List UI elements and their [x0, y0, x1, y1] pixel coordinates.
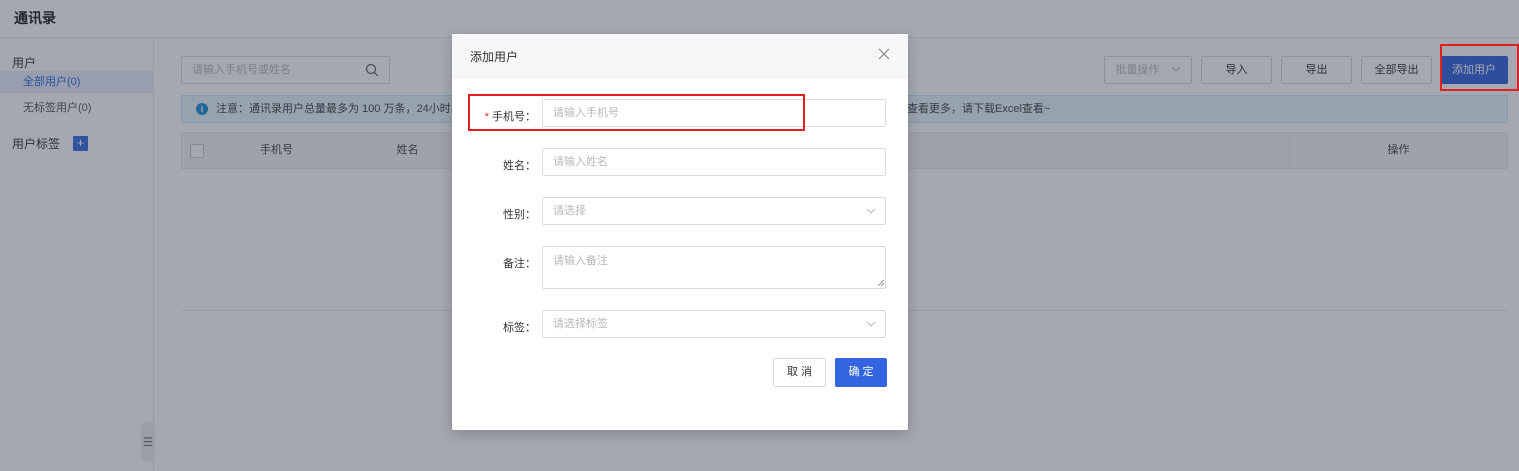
add-user-dialog: 添加用户 *手机号： 姓名： 性别： 请选择 备注： 标签： 请选择标签 取 消… — [452, 34, 908, 430]
resize-handle-icon[interactable] — [877, 279, 884, 286]
cancel-button[interactable]: 取 消 — [773, 358, 826, 387]
tags-label: 标签： — [503, 322, 536, 334]
name-label: 姓名： — [503, 160, 536, 172]
confirm-button[interactable]: 确 定 — [835, 358, 887, 387]
highlight-add-user-button — [1440, 44, 1519, 91]
gender-select[interactable]: 请选择 — [542, 197, 886, 225]
chevron-down-icon — [866, 208, 876, 214]
remark-textarea[interactable] — [542, 246, 886, 289]
dialog-header: 添加用户 — [452, 34, 908, 78]
remark-label: 备注： — [503, 258, 536, 270]
tags-placeholder: 请选择标签 — [553, 318, 608, 330]
name-input[interactable] — [542, 148, 886, 176]
gender-placeholder: 请选择 — [553, 205, 586, 217]
close-icon[interactable] — [876, 46, 892, 62]
chevron-down-icon — [866, 321, 876, 327]
gender-label: 性别： — [503, 209, 536, 221]
tags-select[interactable]: 请选择标签 — [542, 310, 886, 338]
dialog-title: 添加用户 — [470, 50, 519, 64]
highlight-phone-field — [468, 94, 805, 131]
